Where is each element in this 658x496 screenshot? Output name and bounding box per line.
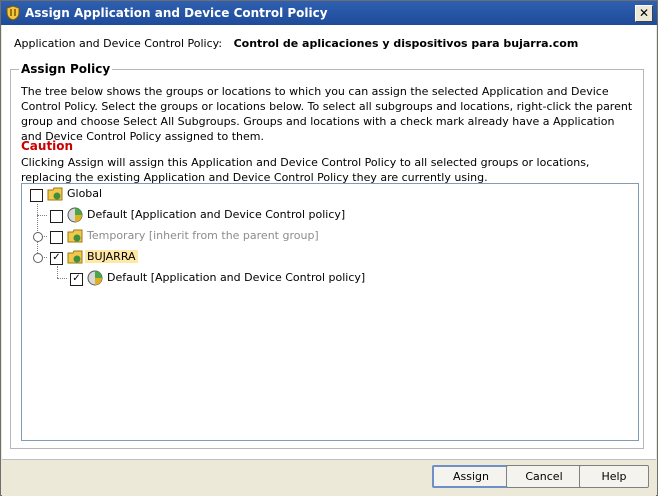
node-label: Default [Application and Device Control …: [87, 208, 346, 221]
assign-policy-group: Assign Policy The tree below shows the g…: [10, 62, 644, 449]
folder-group-icon: [67, 229, 83, 243]
dialog-window: Assign Application and Device Control Po…: [0, 0, 658, 496]
title-bar: Assign Application and Device Control Po…: [1, 1, 657, 25]
node-label: Default [Application and Device Control …: [107, 271, 366, 284]
node-label: BUJARRA: [85, 250, 138, 263]
node-label: Temporary [inherit from the parent group…: [87, 229, 319, 242]
policy-row: Application and Device Control Policy: C…: [14, 37, 578, 50]
policy-label: Application and Device Control Policy:: [14, 37, 223, 50]
cancel-button[interactable]: Cancel: [506, 465, 582, 488]
checkbox-temporary[interactable]: [50, 231, 63, 244]
policy-icon: [87, 270, 103, 286]
checkbox-bujarra-default[interactable]: ✓: [70, 273, 83, 286]
policy-icon: [67, 207, 83, 223]
tree-node-bujarra-default[interactable]: ✓ Default [Application and Device Contro…: [22, 268, 422, 288]
tree-node-temporary[interactable]: Temporary [inherit from the parent group…: [22, 226, 422, 246]
window-title: Assign Application and Device Control Po…: [25, 6, 328, 20]
tree-node-global[interactable]: Global: [22, 184, 322, 204]
checkbox-bujarra[interactable]: ✓: [50, 252, 63, 265]
caution-title: Caution: [21, 139, 74, 153]
dialog-content: Application and Device Control Policy: C…: [2, 25, 656, 459]
checkbox-global[interactable]: [30, 189, 43, 202]
button-bar: Assign Cancel Help: [2, 459, 656, 496]
policy-value: Control de aplicaciones y dispositivos p…: [233, 37, 579, 50]
checkbox-default[interactable]: [50, 210, 63, 223]
group-title: Assign Policy: [19, 62, 113, 76]
assign-button[interactable]: Assign: [432, 465, 510, 488]
shield-icon: [6, 5, 20, 21]
tree-node-default[interactable]: Default [Application and Device Control …: [22, 205, 422, 225]
folder-group-icon: [47, 187, 63, 201]
caution-text: Clicking Assign will assign this Applica…: [21, 156, 590, 184]
group-tree[interactable]: Global Default [Application and Device C…: [21, 183, 639, 441]
help-button[interactable]: Help: [579, 465, 649, 488]
folder-group-icon: [67, 250, 83, 264]
node-label: Global: [67, 187, 103, 200]
tree-node-bujarra[interactable]: ✓ BUJARRA: [22, 247, 422, 267]
description-text: The tree below shows the groups or locat…: [21, 85, 633, 143]
close-button[interactable]: ✕: [635, 5, 653, 22]
